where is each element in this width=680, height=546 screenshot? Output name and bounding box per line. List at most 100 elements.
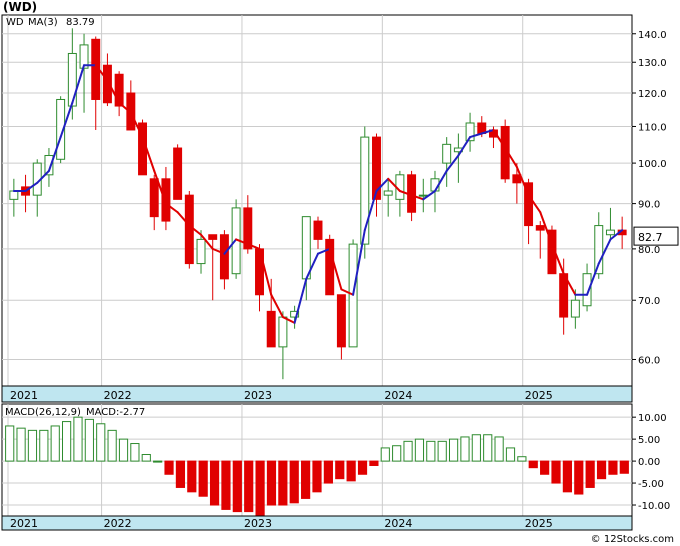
macd-bar bbox=[585, 460, 595, 488]
price-year-label: 2022 bbox=[104, 389, 132, 402]
macd-bar bbox=[448, 438, 459, 462]
macd-bar bbox=[551, 460, 561, 484]
price-tick-label: 110.0 bbox=[638, 122, 667, 133]
price-tick-label: 90.0 bbox=[638, 200, 660, 211]
price-year-label: 2021 bbox=[10, 389, 38, 402]
candle-body bbox=[208, 234, 218, 240]
candle-body bbox=[67, 52, 77, 107]
candle-body bbox=[418, 194, 428, 197]
macd-bar bbox=[175, 460, 186, 488]
macd-legend-label: MACD(26,12,9) bbox=[5, 407, 81, 418]
chart-canvas: 60.0 70.0 80.0 90.0 100.0 110.0 120.0 130.0 140.… bbox=[1, 14, 679, 531]
candle-body bbox=[442, 143, 452, 164]
macd-bar bbox=[517, 456, 527, 462]
ma-legend-value: 83.79 bbox=[66, 17, 95, 28]
macd-bar bbox=[50, 425, 60, 462]
ma-legend-label: MA(3) bbox=[28, 17, 58, 28]
macd-bar bbox=[266, 460, 277, 506]
macd-bar bbox=[27, 429, 38, 462]
candle-body bbox=[266, 310, 276, 348]
macd-tick-label: 0.00 bbox=[638, 457, 660, 468]
candle-body bbox=[594, 225, 604, 275]
macd-bar bbox=[232, 460, 242, 513]
candle-body bbox=[278, 316, 288, 348]
macd-tick-label: 5.00 bbox=[638, 435, 660, 446]
price-year-label: 2023 bbox=[244, 389, 272, 402]
macd-bar bbox=[460, 436, 470, 462]
macd-bar bbox=[403, 440, 413, 462]
macd-bar bbox=[540, 460, 550, 475]
candle-body bbox=[535, 225, 545, 231]
candle-body bbox=[219, 234, 229, 280]
candle-body bbox=[184, 194, 194, 265]
macd-year-label: 2022 bbox=[104, 517, 132, 530]
candle-body bbox=[301, 216, 311, 280]
macd-year-label: 2024 bbox=[384, 517, 412, 530]
price-tick-label: 130.0 bbox=[638, 58, 667, 69]
macd-bar bbox=[471, 434, 481, 462]
macd-bar bbox=[39, 429, 49, 462]
macd-bar bbox=[369, 460, 379, 466]
macd-bar bbox=[312, 460, 322, 493]
last-price-tag: 82.7 bbox=[638, 231, 663, 244]
price-year-label: 2025 bbox=[525, 389, 553, 402]
macd-bar bbox=[62, 421, 72, 462]
macd-bar bbox=[301, 460, 311, 499]
macd-year-label: 2023 bbox=[244, 517, 272, 530]
macd-bar bbox=[619, 460, 629, 474]
macd-panel: -10.00 -5.00 0.00 5.00 10.00 MACD(26,12,9) MAC… bbox=[1, 403, 670, 531]
macd-bar bbox=[357, 460, 368, 475]
macd-bar bbox=[392, 445, 402, 462]
macd-tick-label: -5.00 bbox=[638, 479, 664, 490]
macd-bar bbox=[221, 460, 231, 510]
macd-tick-label: -10.00 bbox=[638, 501, 670, 512]
macd-bar bbox=[426, 440, 436, 462]
macd-bar bbox=[16, 427, 26, 462]
price-tick-label: 100.0 bbox=[638, 159, 667, 170]
watermark: © 12Stocks.com bbox=[590, 534, 674, 545]
macd-bar bbox=[96, 423, 106, 462]
price-legend-symbol: WD bbox=[6, 17, 24, 28]
macd-bar bbox=[494, 436, 504, 462]
candle-body bbox=[325, 238, 335, 296]
macd-year-label: 2025 bbox=[525, 517, 553, 530]
price-tick-label: 120.0 bbox=[638, 89, 667, 100]
candle-body bbox=[383, 190, 393, 196]
macd-bar bbox=[528, 460, 538, 469]
price-tick-label: 70.0 bbox=[638, 296, 660, 307]
macd-bar bbox=[483, 434, 493, 462]
candle-body bbox=[161, 178, 171, 222]
macd-bar bbox=[73, 416, 83, 462]
price-panel: 60.0 70.0 80.0 90.0 100.0 110.0 120.0 130.0 140.… bbox=[1, 14, 679, 403]
candle-body bbox=[9, 190, 19, 200]
macd-bar bbox=[255, 460, 265, 517]
macd-legend-value: MACD:-2.77 bbox=[86, 407, 145, 418]
macd-bar bbox=[608, 460, 618, 475]
macd-bar bbox=[198, 460, 208, 497]
macd-bar bbox=[335, 460, 345, 480]
macd-bar bbox=[414, 438, 425, 462]
macd-bar bbox=[346, 460, 356, 482]
price-tick-label: 80.0 bbox=[638, 245, 660, 256]
macd-bar bbox=[244, 460, 254, 513]
macd-bar bbox=[562, 460, 572, 493]
price-year-label: 2024 bbox=[384, 389, 412, 402]
macd-bar bbox=[323, 460, 333, 484]
candle-body bbox=[605, 229, 615, 236]
macd-bar bbox=[164, 460, 174, 475]
macd-bar bbox=[437, 440, 447, 462]
candle-body bbox=[570, 299, 580, 318]
macd-bar bbox=[574, 460, 584, 495]
macd-bar bbox=[141, 454, 151, 462]
macd-tick-label: 10.00 bbox=[638, 413, 667, 424]
macd-bar bbox=[505, 447, 516, 462]
macd-bar bbox=[5, 425, 15, 462]
price-tick-label: 140.0 bbox=[638, 30, 667, 41]
macd-bar bbox=[130, 443, 140, 462]
macd-bar bbox=[289, 460, 299, 504]
macd-bar bbox=[380, 447, 390, 462]
candle-body bbox=[149, 178, 159, 218]
macd-bar bbox=[84, 418, 94, 462]
candle-body bbox=[336, 294, 346, 348]
macd-bar bbox=[596, 460, 607, 480]
